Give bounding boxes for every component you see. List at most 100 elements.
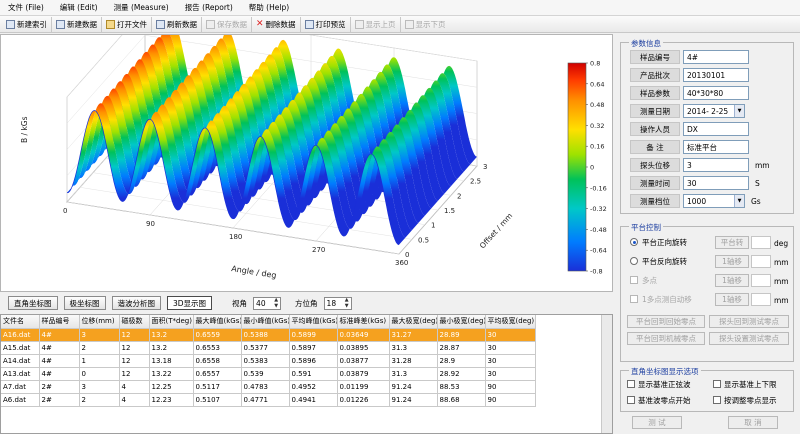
param-input[interactable]: DX — [683, 122, 749, 136]
checkbox-icon[interactable] — [627, 380, 635, 388]
column-header[interactable]: 最小峰值(kGs) — [241, 315, 290, 329]
table-cell: 0.5899 — [289, 328, 338, 342]
axis1-move-button[interactable]: 1轴移 — [715, 255, 749, 268]
table-cell: 12 — [119, 341, 150, 355]
delete-data-button[interactable]: ✕ 删除数据 — [252, 16, 301, 32]
param-input[interactable]: 20130101 — [683, 68, 749, 82]
table-cell: 0.539 — [241, 367, 290, 381]
table-row[interactable]: A15.dat 4# 2 12 13.2 0.6553 0.5377 0.5897 0.0389… — [1, 341, 536, 355]
param-label: 备 注 — [630, 140, 680, 154]
param-input[interactable]: 2014- 2-25 ▼ — [683, 104, 745, 118]
param-input[interactable]: 30 — [683, 176, 749, 190]
column-header[interactable]: 标准峰差(kGs) — [337, 315, 390, 329]
checkbox-icon[interactable] — [713, 396, 721, 404]
axis1-move-input[interactable] — [751, 255, 771, 268]
param-input[interactable]: 标准平台 — [683, 140, 749, 154]
reverse-rotate-option[interactable]: 平台反向旋转 — [630, 254, 706, 268]
table-row[interactable]: A16.dat 4# 3 12 13.2 0.6559 0.5388 0.5899 0.0364… — [1, 328, 536, 342]
menu-report[interactable]: 报告 (Report) — [185, 2, 233, 13]
column-header[interactable]: 样品编号 — [39, 315, 80, 329]
param-input[interactable]: 3 — [683, 158, 749, 172]
checkbox-icon[interactable] — [630, 295, 638, 303]
column-header[interactable]: 最大峰值(kGs) — [193, 315, 242, 329]
toolbar: 新建索引 新建数据 打开文件 刷新数据 保存数据 ✕ 删除数据 打印预览 显示上页… — [0, 16, 800, 33]
column-header[interactable]: 面积(T*deg) — [149, 315, 194, 329]
param-unit: Gs — [751, 196, 761, 206]
param-input[interactable]: 4# — [683, 50, 749, 64]
table-cell: 13.2 — [149, 341, 194, 355]
dropdown-arrow-icon[interactable]: ▼ — [734, 105, 744, 117]
checkbox-icon[interactable] — [713, 380, 721, 388]
refresh-data-button[interactable]: 刷新数据 — [152, 16, 202, 32]
cartesian-plot-button[interactable]: 直角坐标图 — [8, 296, 58, 310]
platform-mech-zero-button[interactable]: 平台回到机械零点 — [627, 332, 705, 345]
param-input[interactable]: 40*30*80 — [683, 86, 749, 100]
azimuth-spinner[interactable]: 18 ▲ ▼ — [323, 296, 352, 310]
radio-off-icon[interactable] — [630, 257, 638, 265]
table-vertical-scrollbar[interactable] — [601, 315, 612, 433]
table-cell: 2# — [39, 393, 80, 407]
column-header[interactable]: 最大极宽(deg) — [389, 315, 438, 329]
table-row[interactable]: A14.dat 4# 1 12 13.18 0.6558 0.5383 0.5896 0.038… — [1, 354, 536, 368]
open-file-button[interactable]: 打开文件 — [102, 16, 152, 32]
auto-axis-move-button[interactable]: 1轴移 — [715, 293, 749, 306]
column-header[interactable]: 磁极数 — [119, 315, 150, 329]
column-header[interactable]: 平均峰值(kGs) — [289, 315, 338, 329]
multi-point-option[interactable]: 多点 — [630, 273, 706, 287]
menu-measure[interactable]: 测量 (Measure) — [114, 2, 169, 13]
checkbox-icon[interactable] — [627, 396, 635, 404]
colorbar-tick-label: -0.48 — [590, 226, 607, 234]
dropdown-arrow-icon[interactable]: ▼ — [734, 195, 744, 207]
show-sine-option[interactable]: 显示基准正弦波 — [627, 377, 691, 391]
forward-rotate-option[interactable]: 平台正向旋转 — [630, 235, 706, 249]
print-preview-button[interactable]: 打印预览 — [301, 16, 351, 32]
table-row[interactable]: A6.dat 2# 2 4 12.23 0.5107 0.4771 0.4941 0.01226… — [1, 393, 536, 407]
table-cell: 3 — [79, 328, 120, 342]
auto-axis-input[interactable] — [751, 293, 771, 306]
menu-help[interactable]: 帮助 (Help) — [249, 2, 289, 13]
page-down-button[interactable]: 显示下页 — [401, 17, 450, 32]
polar-plot-button[interactable]: 极坐标图 — [63, 296, 106, 310]
spin-arrows-icon[interactable]: ▲ ▼ — [345, 297, 349, 309]
cancel-button[interactable]: 取 消 — [728, 416, 778, 429]
menu-edit[interactable]: 编辑 (Edit) — [60, 2, 98, 13]
rotate-degree-input[interactable] — [751, 236, 771, 249]
save-data-button[interactable]: 保存数据 — [202, 16, 252, 32]
zero-start-option[interactable]: 基准波零点开始 — [627, 393, 691, 407]
platform-rotate-button[interactable]: 平台转 — [715, 236, 749, 249]
auto-move-option[interactable]: 1多点测自动移 — [630, 292, 706, 306]
column-header[interactable]: 最小极宽(deg) — [437, 315, 486, 329]
probe-set-zero-button[interactable]: 探头设置测试零点 — [709, 332, 789, 345]
table-cell: 12 — [119, 367, 150, 381]
probe-return-zero-button[interactable]: 探头回到测试零点 — [709, 315, 789, 328]
table-cell: 31.3 — [389, 367, 438, 381]
menu-file[interactable]: 文件 (File) — [8, 2, 44, 13]
view-angle-spinner[interactable]: 40 ▲ ▼ — [253, 296, 282, 310]
adjust-zero-option[interactable]: 按调整零点显示 — [713, 393, 777, 407]
platform-return-start-button[interactable]: 平台回到回始零点 — [627, 315, 705, 328]
spin-arrows-icon[interactable]: ▲ ▼ — [274, 297, 278, 309]
param-input[interactable]: 1000 ▼ — [683, 194, 745, 208]
page-up-button[interactable]: 显示上页 — [351, 16, 401, 32]
radio-on-icon[interactable] — [630, 238, 638, 246]
multi-axis-move-button[interactable]: 1轴移 — [715, 274, 749, 287]
harmonic-analysis-button[interactable]: 谐波分析图 — [111, 296, 161, 310]
surface-plot[interactable]: 0 90 180 270 360 Angle / deg 0 0.5 1 1.5 2 2.5 3 Offs… — [0, 34, 613, 292]
table-row[interactable]: A7.dat 2# 3 4 12.25 0.5117 0.4783 0.4952 0.01199… — [1, 380, 536, 394]
table-cell: 30 — [485, 367, 536, 381]
multi-axis-input[interactable] — [751, 274, 771, 287]
save-icon — [206, 19, 215, 29]
show-limits-option[interactable]: 显示基准上下限 — [713, 377, 777, 391]
column-header[interactable]: 文件名 — [1, 315, 40, 329]
param-row: 测量时间 30 S — [630, 176, 760, 190]
table-cell: 0.5377 — [241, 341, 290, 355]
test-button[interactable]: 测 试 — [632, 416, 682, 429]
checkbox-icon[interactable] — [630, 276, 638, 284]
column-header[interactable]: 平均极宽(deg) — [485, 315, 536, 329]
param-row: 样品编号 4# — [630, 50, 749, 64]
column-header[interactable]: 位移(mm) — [79, 315, 120, 329]
new-data-button[interactable]: 新建数据 — [52, 16, 102, 32]
new-index-button[interactable]: 新建索引 — [2, 16, 52, 32]
table-row[interactable]: A13.dat 4# 0 12 13.22 0.6557 0.539 0.591 0.03879… — [1, 367, 536, 381]
3d-view-button[interactable]: 3D显示图 — [167, 296, 213, 310]
